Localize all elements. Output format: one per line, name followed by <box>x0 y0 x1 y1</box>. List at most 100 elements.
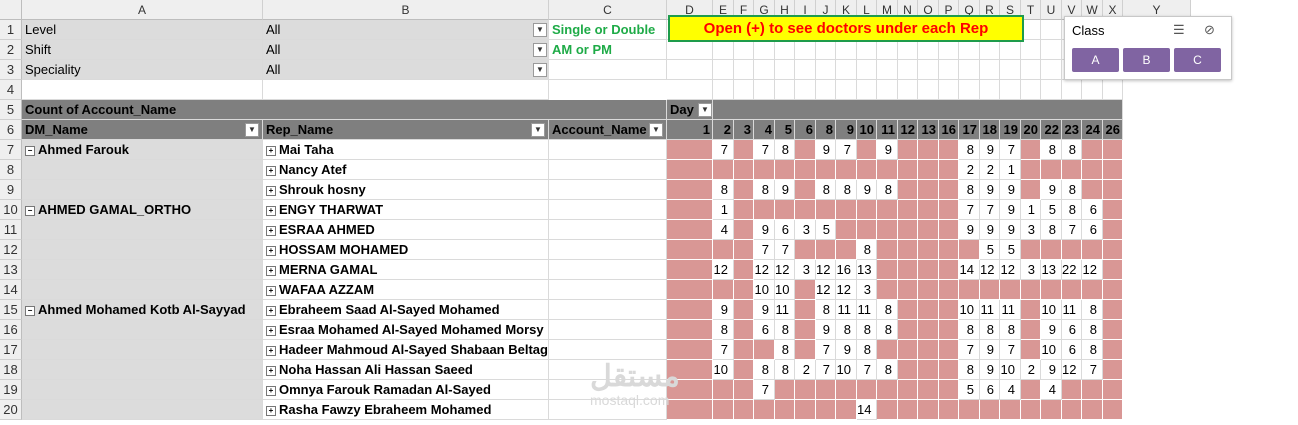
day-count-cell[interactable] <box>734 280 754 300</box>
day-count-cell[interactable]: 8 <box>816 180 836 200</box>
day-count-cell[interactable]: 1 <box>1000 160 1021 180</box>
row-header[interactable]: 3 <box>0 60 22 80</box>
day-count-cell[interactable]: 1 <box>713 200 734 220</box>
day-count-cell[interactable] <box>1103 160 1123 180</box>
day-count-cell[interactable]: 9 <box>980 180 1000 200</box>
empty-cell[interactable] <box>667 80 713 100</box>
empty-cell[interactable] <box>939 60 959 80</box>
day-count-cell[interactable]: 8 <box>836 180 857 200</box>
day-count-cell[interactable] <box>713 380 734 400</box>
day-count-cell[interactable] <box>939 160 959 180</box>
empty-cell[interactable] <box>980 40 1000 60</box>
day-count-cell[interactable] <box>877 280 898 300</box>
row-header[interactable]: 12 <box>0 240 22 260</box>
day-count-cell[interactable]: 9 <box>980 140 1000 160</box>
day-filter-button[interactable]: ▼ <box>698 103 712 117</box>
day-count-cell[interactable]: 11 <box>1062 300 1082 320</box>
day-count-cell[interactable] <box>816 240 836 260</box>
day-count-cell[interactable] <box>667 240 713 260</box>
day-count-cell[interactable]: 12 <box>816 280 836 300</box>
day-count-cell[interactable] <box>918 320 939 340</box>
day-count-cell[interactable]: 9 <box>857 180 877 200</box>
day-count-cell[interactable] <box>1103 180 1123 200</box>
filter-value[interactable]: All <box>263 60 549 80</box>
day-count-cell[interactable] <box>939 280 959 300</box>
rep-name[interactable]: + ENGY THARWAT <box>263 200 549 220</box>
rep-name[interactable]: + Shrouk hosny <box>263 180 549 200</box>
empty-cell[interactable] <box>734 40 754 60</box>
day-count-cell[interactable]: 7 <box>1062 220 1082 240</box>
day-count-cell[interactable]: 5 <box>1000 240 1021 260</box>
row-header[interactable]: 7 <box>0 140 22 160</box>
day-count-cell[interactable]: 8 <box>877 300 898 320</box>
day-count-cell[interactable] <box>877 260 898 280</box>
day-count-cell[interactable]: 10 <box>1041 340 1062 360</box>
day-count-cell[interactable]: 12 <box>754 260 775 280</box>
day-count-cell[interactable] <box>667 140 713 160</box>
rep-name[interactable]: + Mai Taha <box>263 140 549 160</box>
day-count-cell[interactable] <box>836 400 857 420</box>
row-header[interactable]: 15 <box>0 300 22 320</box>
day-count-cell[interactable]: 2 <box>959 160 980 180</box>
day-count-cell[interactable] <box>734 260 754 280</box>
dm-name[interactable]: − Ahmed Mohamed Kotb Al-Sayyad <box>22 300 263 320</box>
day-count-cell[interactable] <box>857 140 877 160</box>
clear-filter-icon[interactable]: ⊘ <box>1204 22 1215 38</box>
day-count-cell[interactable] <box>1103 280 1123 300</box>
day-count-cell[interactable]: 7 <box>857 360 877 380</box>
filter-dropdown-button[interactable]: ▼ <box>533 43 547 57</box>
day-count-cell[interactable] <box>734 360 754 380</box>
day-count-cell[interactable] <box>734 400 754 420</box>
day-count-cell[interactable]: 3 <box>857 280 877 300</box>
day-count-cell[interactable]: 9 <box>1041 320 1062 340</box>
day-count-cell[interactable]: 1 <box>1021 200 1041 220</box>
day-count-cell[interactable]: 8 <box>857 320 877 340</box>
day-count-cell[interactable] <box>898 340 918 360</box>
day-count-cell[interactable] <box>918 360 939 380</box>
day-count-cell[interactable]: 9 <box>1000 200 1021 220</box>
day-count-cell[interactable] <box>918 380 939 400</box>
empty-cell[interactable] <box>1021 20 1041 40</box>
day-count-cell[interactable] <box>1021 400 1041 420</box>
day-count-cell[interactable]: 12 <box>713 260 734 280</box>
day-count-cell[interactable] <box>1021 300 1041 320</box>
empty-cell[interactable] <box>898 80 918 100</box>
day-count-cell[interactable]: 8 <box>980 320 1000 340</box>
day-count-cell[interactable] <box>918 180 939 200</box>
empty-cell[interactable] <box>816 60 836 80</box>
day-count-cell[interactable] <box>939 300 959 320</box>
day-count-cell[interactable]: 7 <box>754 140 775 160</box>
day-count-cell[interactable]: 7 <box>959 200 980 220</box>
row-header[interactable]: 19 <box>0 380 22 400</box>
day-count-cell[interactable] <box>939 380 959 400</box>
row-header[interactable]: 11 <box>0 220 22 240</box>
day-count-cell[interactable]: 10 <box>836 360 857 380</box>
day-count-cell[interactable] <box>734 380 754 400</box>
empty-cell[interactable] <box>816 40 836 60</box>
day-count-cell[interactable]: 9 <box>713 300 734 320</box>
empty-cell[interactable] <box>795 60 816 80</box>
empty-cell[interactable] <box>1041 80 1062 100</box>
empty-cell[interactable] <box>836 80 857 100</box>
empty-cell[interactable] <box>754 40 775 60</box>
day-count-cell[interactable]: 8 <box>959 140 980 160</box>
day-count-cell[interactable]: 8 <box>775 340 795 360</box>
day-count-cell[interactable]: 5 <box>816 220 836 240</box>
day-count-cell[interactable]: 7 <box>1000 140 1021 160</box>
column-header[interactable]: C <box>549 0 667 20</box>
day-count-cell[interactable] <box>667 220 713 240</box>
day-count-cell[interactable] <box>877 400 898 420</box>
day-count-cell[interactable] <box>795 160 816 180</box>
day-count-cell[interactable]: 9 <box>959 220 980 240</box>
empty-cell[interactable] <box>959 80 980 100</box>
day-count-cell[interactable]: 9 <box>1041 360 1062 380</box>
day-count-cell[interactable] <box>959 240 980 260</box>
empty-cell[interactable] <box>1041 60 1062 80</box>
day-count-cell[interactable]: 9 <box>816 140 836 160</box>
empty-cell[interactable] <box>836 60 857 80</box>
day-count-cell[interactable]: 2 <box>1021 360 1041 380</box>
empty-cell[interactable] <box>1021 80 1041 100</box>
day-count-cell[interactable] <box>836 160 857 180</box>
day-count-cell[interactable] <box>836 200 857 220</box>
day-count-cell[interactable] <box>918 200 939 220</box>
